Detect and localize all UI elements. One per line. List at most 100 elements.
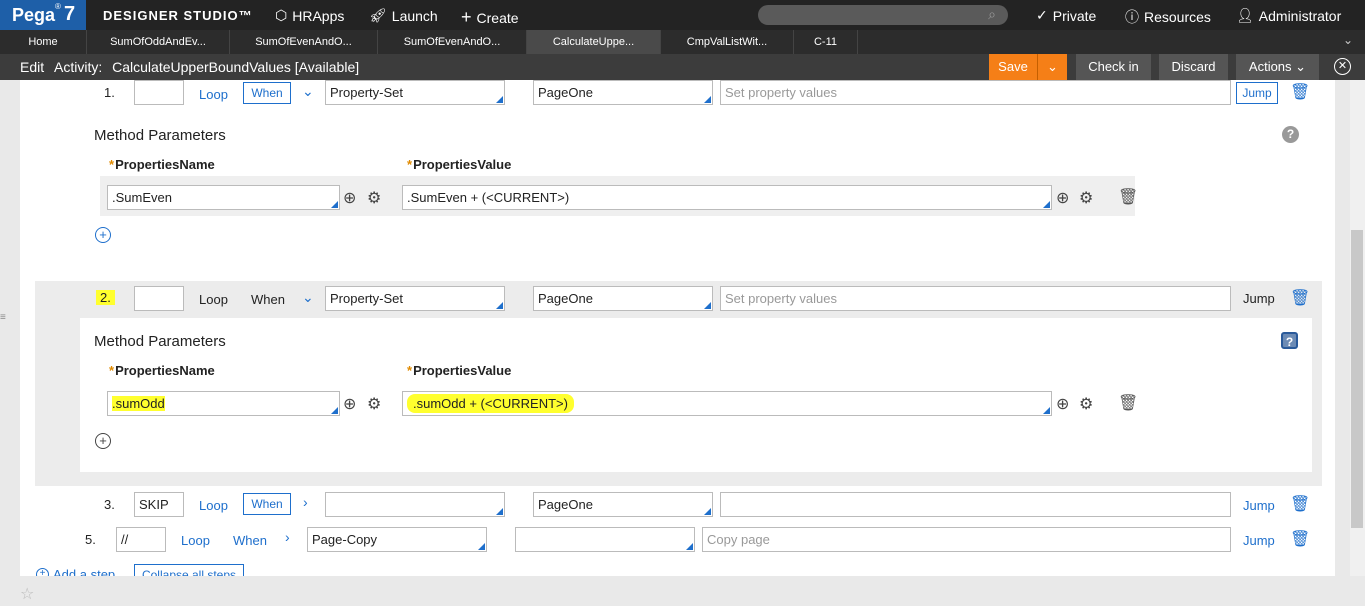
create-menu[interactable]: + Create xyxy=(461,7,519,28)
gear-icon[interactable]: ⚙ xyxy=(367,394,381,414)
when-button[interactable]: When xyxy=(243,493,291,515)
loop-link[interactable]: Loop xyxy=(181,533,210,548)
dropdown-corner-icon xyxy=(704,508,711,515)
target-icon[interactable]: ⊕ xyxy=(1056,188,1069,208)
trash-icon[interactable]: 🗑︎ xyxy=(1290,288,1310,308)
step-page-field[interactable] xyxy=(515,527,695,552)
save-button[interactable]: Save xyxy=(989,54,1037,80)
discard-button[interactable]: Discard xyxy=(1159,54,1228,80)
target-icon[interactable]: ⊕ xyxy=(343,188,356,208)
chevron-down-icon: ⌄ xyxy=(1047,59,1058,74)
description-field[interactable]: Set property values xyxy=(720,80,1231,105)
property-name-value: .SumEven xyxy=(112,190,172,205)
help-icon[interactable]: ? xyxy=(1282,126,1299,143)
resources-menu[interactable]: ⓘ Resources xyxy=(1125,7,1211,27)
gear-icon[interactable]: ⚙ xyxy=(1079,394,1093,414)
when-link[interactable]: When xyxy=(233,533,267,548)
jump-link[interactable]: Jump xyxy=(1243,291,1275,306)
target-icon[interactable]: ⊕ xyxy=(343,394,356,414)
trash-icon[interactable]: 🗑︎ xyxy=(1118,393,1138,413)
method-field[interactable]: Property-Set xyxy=(325,80,505,105)
property-value-field[interactable]: .sumOdd + (<CURRENT>) xyxy=(402,391,1052,416)
step-label-input[interactable]: // xyxy=(116,527,166,552)
scrollbar-thumb[interactable] xyxy=(1351,230,1363,528)
loop-link[interactable]: Loop xyxy=(199,87,228,102)
gear-icon[interactable]: ⚙ xyxy=(367,188,381,208)
method-parameters-title: Method Parameters xyxy=(94,333,226,350)
target-icon[interactable]: ⊕ xyxy=(1056,394,1069,414)
gear-icon[interactable]: ⚙ xyxy=(1079,188,1093,208)
search-input[interactable]: ⌕ xyxy=(758,5,1008,25)
property-name-field[interactable]: .SumEven xyxy=(107,185,340,210)
brand-title: DESIGNER STUDIO™ xyxy=(103,8,253,23)
chevron-down-icon[interactable]: ⌄ xyxy=(1343,33,1353,47)
launch-menu[interactable]: 🚀︎ Launch xyxy=(369,7,438,24)
check-in-button[interactable]: Check in xyxy=(1076,54,1151,80)
tab-document[interactable]: CmpValListWit... xyxy=(661,30,794,54)
tab-document[interactable]: SumOfEvenAndO... xyxy=(230,30,378,54)
properties-name-header: *PropertiesName xyxy=(109,363,215,378)
step-label-input[interactable] xyxy=(134,286,184,311)
jump-button[interactable]: Jump xyxy=(1236,82,1278,104)
tab-document[interactable]: C-11 xyxy=(794,30,858,54)
chevron-down-icon[interactable]: ⌄ xyxy=(302,289,314,306)
method-field[interactable] xyxy=(325,492,505,517)
dropdown-corner-icon xyxy=(478,543,485,550)
property-value-field[interactable]: .SumEven + (<CURRENT>) xyxy=(402,185,1052,210)
save-options-button[interactable]: ⌄ xyxy=(1037,54,1067,80)
application-menu[interactable]: ⬡ HRApps xyxy=(275,7,344,24)
loop-link[interactable]: Loop xyxy=(199,292,228,307)
method-field[interactable]: Page-Copy xyxy=(307,527,487,552)
user-menu[interactable]: 👤︎ Administrator xyxy=(1236,7,1341,24)
when-button[interactable]: When xyxy=(243,82,291,104)
description-placeholder: Copy page xyxy=(707,532,770,547)
star-icon[interactable]: ☆ xyxy=(20,584,34,604)
chevron-right-icon[interactable]: › xyxy=(303,494,308,510)
loop-link[interactable]: Loop xyxy=(199,498,228,513)
method-field[interactable]: Property-Set xyxy=(325,286,505,311)
properties-value-header: *PropertiesValue xyxy=(407,363,512,378)
add-step-link[interactable]: + Add a step xyxy=(36,567,115,576)
step-page-field[interactable]: PageOne xyxy=(533,286,713,311)
application-label: HRApps xyxy=(292,7,345,24)
description-field[interactable]: Copy page xyxy=(702,527,1231,552)
tab-document[interactable]: SumOfEvenAndO... xyxy=(378,30,527,54)
tab-home[interactable]: Home xyxy=(0,30,87,54)
close-icon[interactable]: ✕ xyxy=(1334,58,1351,75)
property-name-field[interactable]: .sumOdd xyxy=(107,391,340,416)
help-icon[interactable]: ? xyxy=(1281,332,1298,349)
property-value-value: .sumOdd + (<CURRENT>) xyxy=(407,394,574,413)
add-parameter-icon[interactable]: + xyxy=(95,227,111,243)
resize-handle-icon[interactable]: ≡ xyxy=(0,312,8,323)
cube-icon: ⬡ xyxy=(275,7,288,23)
step-label-input[interactable]: SKIP xyxy=(134,492,184,517)
pega-logo[interactable]: Pega ® 7 xyxy=(0,0,86,30)
description-field[interactable]: Set property values xyxy=(720,286,1231,311)
step-page-field[interactable]: PageOne xyxy=(533,492,713,517)
tab-document-active[interactable]: CalculateUppe... xyxy=(527,30,661,54)
add-parameter-icon[interactable]: + xyxy=(95,433,111,449)
description-placeholder: Set property values xyxy=(725,291,838,306)
chevron-right-icon[interactable]: › xyxy=(285,529,290,545)
collapse-all-steps-button[interactable]: Collapse all steps xyxy=(134,564,244,576)
document-tab-bar: Home SumOfOddAndEv... SumOfEvenAndO... S… xyxy=(0,30,1365,54)
dropdown-corner-icon xyxy=(331,201,338,208)
description-field[interactable] xyxy=(720,492,1231,517)
trash-icon[interactable]: 🗑︎ xyxy=(1290,82,1310,102)
trash-icon[interactable]: 🗑︎ xyxy=(1290,494,1310,514)
step-label-input[interactable] xyxy=(134,80,184,105)
private-menu[interactable]: ✓ Private xyxy=(1036,7,1096,24)
chevron-down-icon[interactable]: ⌄ xyxy=(302,83,314,100)
step-page-value: PageOne xyxy=(538,291,593,306)
trash-icon[interactable]: 🗑︎ xyxy=(1290,529,1310,549)
dropdown-corner-icon xyxy=(704,96,711,103)
tab-document[interactable]: SumOfOddAndEv... xyxy=(87,30,230,54)
trash-icon[interactable]: 🗑︎ xyxy=(1118,187,1138,207)
logo-text: Pega xyxy=(12,5,56,25)
actions-button[interactable]: Actions ⌄ xyxy=(1236,54,1319,80)
step-page-field[interactable]: PageOne xyxy=(533,80,713,105)
jump-link[interactable]: Jump xyxy=(1243,498,1275,513)
when-link[interactable]: When xyxy=(251,292,285,307)
checkmark-icon: ✓ xyxy=(1036,7,1048,23)
jump-link[interactable]: Jump xyxy=(1243,533,1275,548)
